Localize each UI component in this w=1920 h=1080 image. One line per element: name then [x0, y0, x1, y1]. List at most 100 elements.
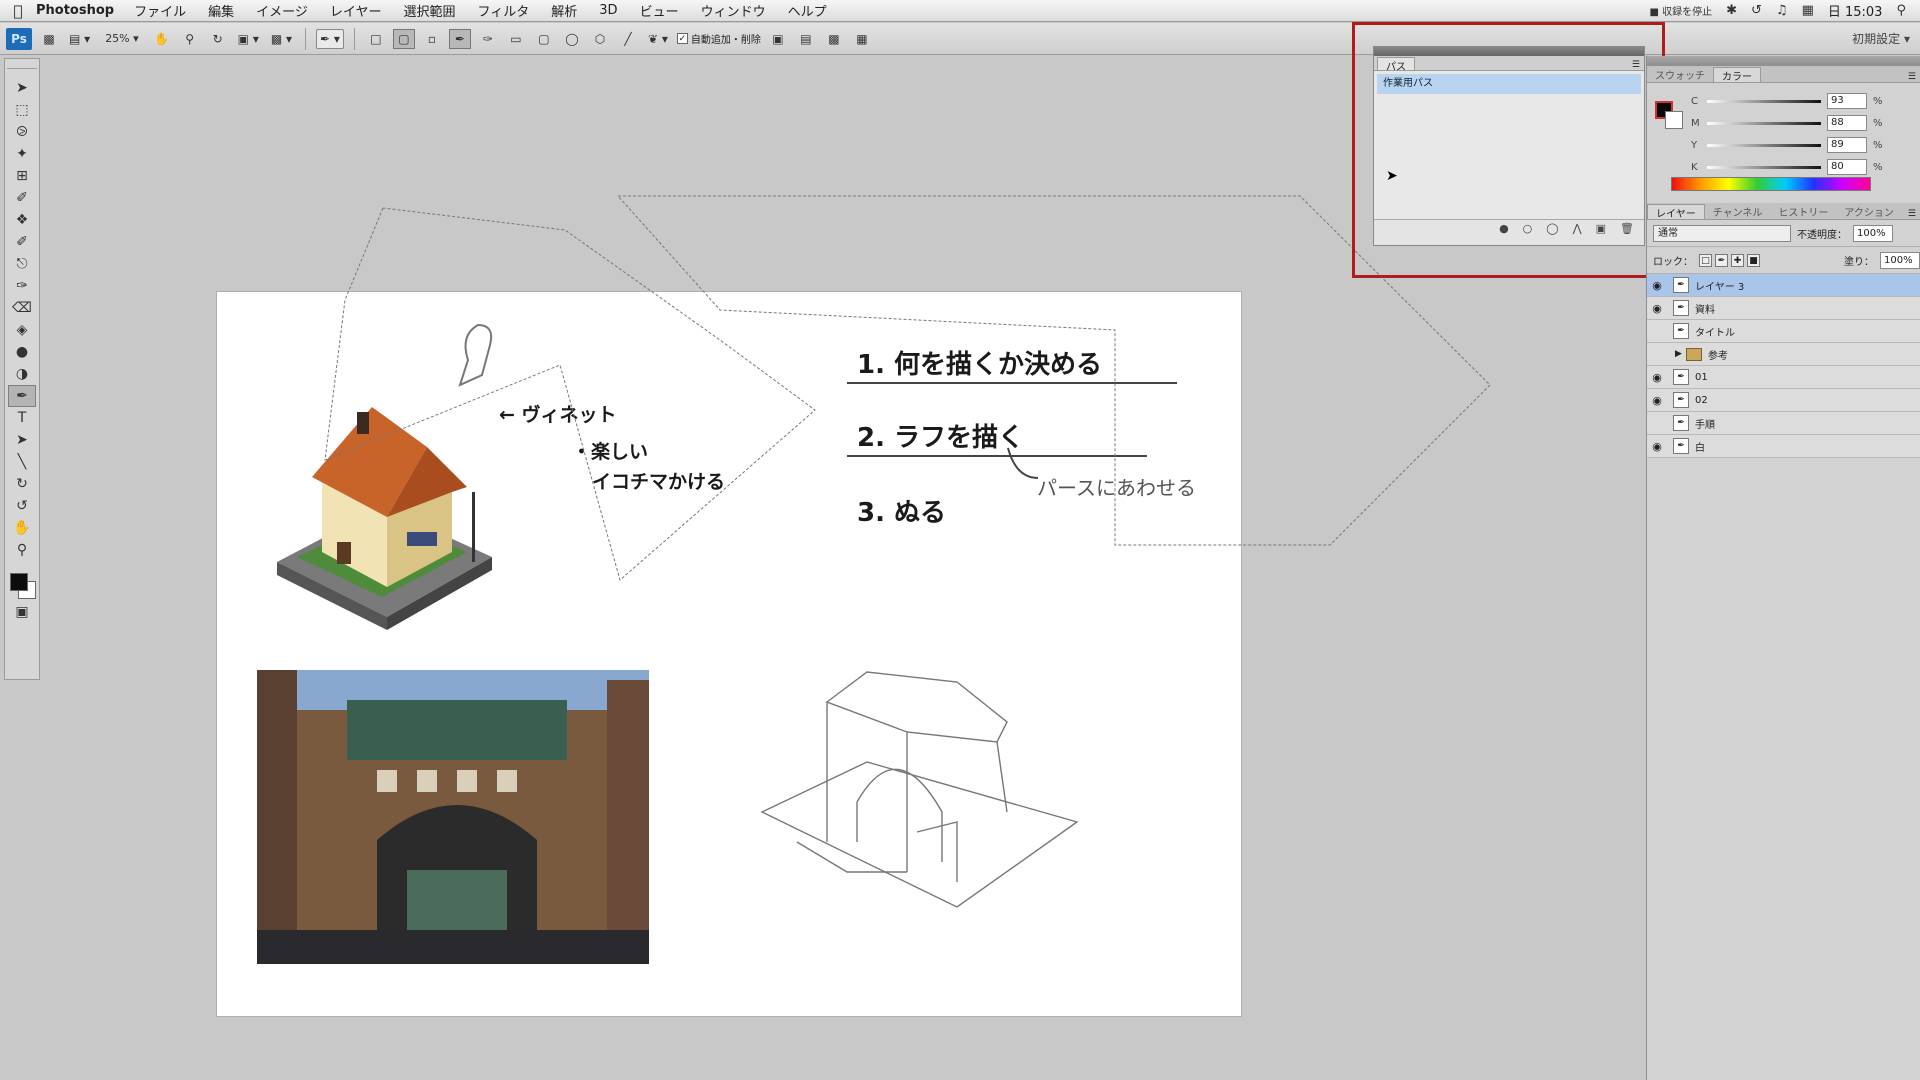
eraser-tool-icon[interactable]: ⌫ [8, 297, 36, 319]
black-value-input[interactable]: 80 [1827, 159, 1867, 175]
rotate-view-icon[interactable]: ↻ [207, 29, 229, 49]
visibility-eye-icon[interactable]: ◉ [1647, 279, 1667, 292]
tab-layers[interactable]: レイヤー [1647, 204, 1705, 220]
bluetooth-icon[interactable]: ✱ [1726, 3, 1737, 18]
visibility-eye-icon[interactable]: ◉ [1647, 371, 1667, 384]
combine-exclude-icon[interactable]: ▦ [851, 29, 873, 49]
cyan-value-input[interactable]: 93 [1827, 93, 1867, 109]
line-tool-icon[interactable]: ╱ [617, 29, 639, 49]
black-slider[interactable] [1707, 165, 1821, 169]
menu-file[interactable]: ファイル [134, 1, 186, 20]
zoom-tool-icon[interactable]: ⚲ [8, 539, 36, 561]
visibility-eye-icon[interactable]: ◉ [1647, 302, 1667, 315]
dodge-tool-icon[interactable]: ◑ [8, 363, 36, 385]
visibility-eye-icon[interactable]: ◉ [1647, 440, 1667, 453]
blur-tool-icon[interactable]: ● [8, 341, 36, 363]
magenta-value-input[interactable]: 88 [1827, 115, 1867, 131]
pen-tool-icon[interactable]: ✒ [8, 385, 36, 407]
hand-tool-icon[interactable]: ✋ [8, 517, 36, 539]
quick-mask-icon[interactable]: ▣ [8, 601, 36, 623]
rectangle-tool-icon[interactable]: ▭ [505, 29, 527, 49]
paths-mode-icon[interactable]: ▢ [392, 28, 415, 49]
magic-wand-icon[interactable]: ✦ [8, 143, 36, 165]
layer-group-row[interactable]: ▶ 参考 [1647, 343, 1920, 366]
menu-select[interactable]: 選択範囲 [404, 1, 456, 20]
layer-row[interactable]: ◉ ✒ レイヤー 3 [1647, 274, 1920, 297]
fill-pixels-icon[interactable]: ▫ [421, 29, 443, 49]
brush-tool-icon[interactable]: ✐ [8, 231, 36, 253]
tab-swatches[interactable]: スウォッチ [1647, 67, 1713, 82]
layer-row[interactable]: ✒ タイトル [1647, 320, 1920, 343]
color-spectrum-ramp[interactable] [1671, 177, 1871, 191]
pen-tool-icon[interactable]: ✒ [448, 28, 471, 49]
blend-mode-select[interactable]: 通常 [1653, 224, 1791, 242]
history-brush-icon[interactable]: ✑ [8, 275, 36, 297]
menu-analysis[interactable]: 解析 [551, 1, 577, 20]
pen-tool-preset-icon[interactable]: ✒ ▾ [316, 28, 344, 49]
clock[interactable]: 日 15:03 [1828, 1, 1883, 20]
hand-tool-icon[interactable]: ✋ [151, 29, 173, 49]
visibility-eye-icon[interactable]: ◉ [1647, 394, 1667, 407]
healing-brush-icon[interactable]: ❖ [8, 209, 36, 231]
lock-all-icon[interactable]: ■ [1747, 253, 1760, 267]
cyan-slider[interactable] [1707, 99, 1821, 103]
record-stop-item[interactable]: ■ 収録を停止 [1649, 3, 1712, 18]
tab-history[interactable]: ヒストリー [1770, 204, 1836, 219]
tab-actions[interactable]: アクション [1836, 204, 1902, 219]
path-selection-icon[interactable]: ➤ [8, 429, 36, 451]
spotlight-search-icon[interactable]: ⚲ [1896, 3, 1906, 18]
fill-input[interactable]: 100% [1880, 251, 1920, 269]
zoom-tool-icon[interactable]: ⚲ [179, 29, 201, 49]
time-machine-icon[interactable]: ↺ [1751, 3, 1762, 18]
yellow-slider[interactable] [1707, 143, 1821, 147]
panel-menu-icon[interactable]: ☰ [1908, 72, 1920, 82]
menu-layer[interactable]: レイヤー [330, 1, 382, 20]
layer-row[interactable]: ◉ ✒ 01 [1647, 366, 1920, 389]
layer-row[interactable]: ✒ 手順 [1647, 412, 1920, 435]
lock-transparent-icon[interactable]: □ [1699, 253, 1712, 267]
apple-icon[interactable]:  [0, 2, 36, 20]
type-tool-icon[interactable]: T [8, 407, 36, 429]
workspace-switcher[interactable]: 初期設定 ▾ [1852, 30, 1910, 47]
3d-orbit-icon[interactable]: ↺ [8, 495, 36, 517]
combine-intersect-icon[interactable]: ▩ [823, 29, 845, 49]
lasso-tool-icon[interactable]: ⧁ [8, 121, 36, 143]
lock-image-icon[interactable]: ✒ [1715, 253, 1728, 267]
volume-icon[interactable]: ♫ [1776, 3, 1788, 18]
combine-add-icon[interactable]: ▣ [767, 29, 789, 49]
menu-edit[interactable]: 編集 [208, 1, 234, 20]
document-canvas[interactable]: ← ヴィネット ・楽しい イコチマかける 1. 何を描くか決める 2. ラフを描… [217, 292, 1241, 1016]
background-color-chip[interactable] [1665, 111, 1683, 129]
view-extras-icon[interactable]: ▤ ▾ [66, 29, 93, 49]
disclosure-triangle-icon[interactable]: ▶ [1675, 349, 1682, 359]
clone-stamp-icon[interactable]: ⎋ [8, 253, 36, 275]
paint-bucket-icon[interactable]: ◈ [8, 319, 36, 341]
line-shape-tool-icon[interactable]: ╲ [8, 451, 36, 473]
yellow-value-input[interactable]: 89 [1827, 137, 1867, 153]
auto-add-delete-checkbox[interactable]: ✓ 自動追加・削除 [676, 31, 761, 46]
move-tool-icon[interactable]: ➤ [8, 77, 36, 99]
layer-row[interactable]: ◉ ✒ 資料 [1647, 297, 1920, 320]
dock-grip[interactable] [1647, 56, 1920, 66]
ellipse-tool-icon[interactable]: ◯ [561, 29, 583, 49]
zoom-level-select[interactable]: 25% ▾ [99, 32, 144, 45]
eyedropper-tool-icon[interactable]: ✐ [8, 187, 36, 209]
tab-color[interactable]: カラー [1713, 67, 1761, 83]
magenta-slider[interactable] [1707, 121, 1821, 125]
menu-image[interactable]: イメージ [256, 1, 308, 20]
rounded-rectangle-icon[interactable]: ▢ [533, 29, 555, 49]
color-chips[interactable] [1655, 101, 1685, 131]
menu-window[interactable]: ウィンドウ [701, 1, 766, 20]
menu-filter[interactable]: フィルタ [478, 1, 530, 20]
foreground-color-swatch[interactable] [10, 573, 28, 591]
opacity-input[interactable]: 100% [1853, 224, 1893, 242]
panel-menu-icon[interactable]: ☰ [1908, 209, 1920, 219]
lock-position-icon[interactable]: ✚ [1731, 253, 1744, 267]
menu-help[interactable]: ヘルプ [788, 1, 827, 20]
polygon-tool-icon[interactable]: ⬡ [589, 29, 611, 49]
photoshop-logo-icon[interactable]: Ps [6, 27, 32, 50]
layer-row[interactable]: ◉ ✒ 白 [1647, 435, 1920, 458]
marquee-tool-icon[interactable]: ⬚ [8, 99, 36, 121]
freeform-pen-icon[interactable]: ✑ [477, 29, 499, 49]
layer-row[interactable]: ◉ ✒ 02 [1647, 389, 1920, 412]
